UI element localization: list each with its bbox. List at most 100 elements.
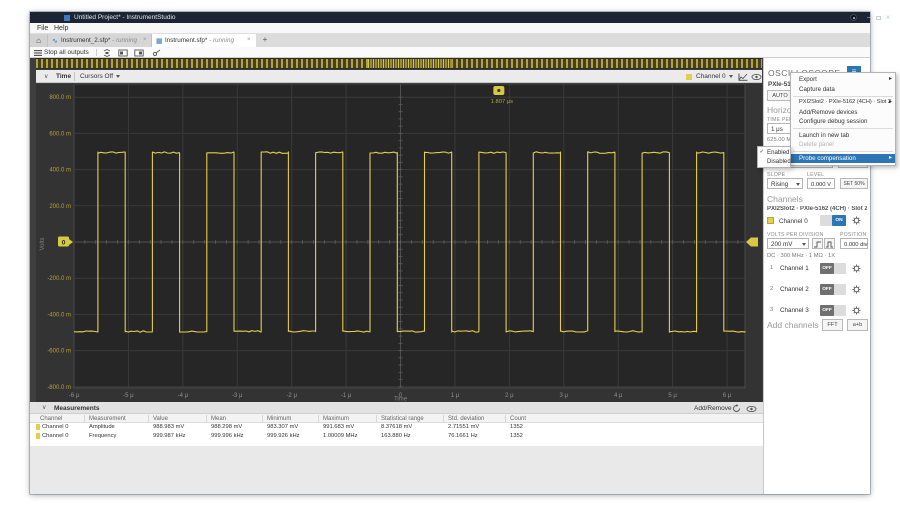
- tab-home[interactable]: ⌂: [30, 34, 48, 47]
- cell-measurement: Frequency: [89, 432, 117, 439]
- check-icon: ✓: [759, 149, 765, 155]
- channels-heading: Channels: [767, 194, 803, 204]
- channel-label: Channel 2: [780, 285, 809, 293]
- x-tick-label: -5 μ: [123, 393, 134, 399]
- slope-dropdown[interactable]: Rising: [767, 178, 803, 189]
- add-fft-button[interactable]: FFT: [822, 319, 843, 331]
- column-header-count[interactable]: Count: [510, 416, 526, 422]
- channel-label: Channel 3: [780, 306, 809, 314]
- x-tick-label: -2 μ: [286, 393, 297, 399]
- trigger-level-marker[interactable]: [746, 237, 758, 247]
- tab-instrument-2[interactable]: ∿ Instrument_2.sfp* - running ×: [48, 34, 152, 47]
- eye-icon[interactable]: [746, 405, 757, 413]
- rearrange-icon[interactable]: [102, 48, 112, 57]
- column-header-value[interactable]: Value: [153, 416, 168, 422]
- graph-settings-icon[interactable]: [738, 73, 748, 81]
- page: Untitled Project* - InstrumentStudio – ×…: [0, 0, 900, 506]
- stop-all-outputs-button[interactable]: Stop all outputs: [44, 49, 89, 56]
- submenu-item-disabled[interactable]: Disabled: [758, 157, 791, 166]
- cell-std-deviation: 76.1661 Hz: [448, 432, 478, 439]
- cell-count: 1352: [510, 424, 523, 430]
- x-tick-label: 3 μ: [560, 393, 569, 399]
- menu-item-capture-data[interactable]: Capture data: [791, 85, 895, 95]
- channel0-gear-icon[interactable]: [852, 216, 861, 225]
- x-tick-label: 1 μ: [451, 393, 460, 399]
- add-remove-measurements-button[interactable]: Add/Remove: [694, 405, 732, 412]
- cell-mean: 999.996 kHz: [211, 432, 244, 439]
- cell-channel: Channel 0: [42, 424, 69, 430]
- channel-number: 3: [770, 307, 774, 313]
- eye-icon[interactable]: [751, 73, 762, 81]
- menu-item-probe-compensation[interactable]: Probe compensation ▸: [791, 153, 895, 163]
- close-tab-icon[interactable]: ×: [247, 37, 251, 43]
- measurements-header: ∨ Measurements Add/Remove: [30, 402, 763, 414]
- probe-compensation-submenu: ✓ Enabled Disabled: [757, 146, 791, 168]
- tab-instrument-active[interactable]: ▦ Instrument.sfp* - running ×: [152, 34, 256, 47]
- ground-reference-marker[interactable]: 0: [58, 236, 73, 247]
- table-row[interactable]: Channel 0 Frequency 999.987 kHz 999.996 kHz…: [30, 431, 763, 440]
- waveform-graph[interactable]: -6 μ -5 μ -4 μ -3 μ -2 μ -1 μ 0 1 μ 2 μ 3 μ 4 μ 5 μ…: [36, 83, 762, 403]
- feedback-icon[interactable]: [850, 14, 857, 21]
- instrument-card-icon[interactable]: [118, 49, 128, 57]
- coupling-edge-button[interactable]: [812, 238, 823, 249]
- level-input[interactable]: 0.000 V: [807, 178, 835, 189]
- cell-std-deviation: 2.71551 mV: [448, 424, 480, 430]
- menu-item-export[interactable]: Export ▸: [791, 75, 895, 85]
- cell-mean: 988.298 mV: [211, 424, 243, 430]
- channel-toggle[interactable]: OFF: [820, 284, 846, 295]
- cell-value: 999.987 kHz: [153, 432, 186, 439]
- row-channel-color: [36, 424, 40, 431]
- cell-statistical-range: 8.37618 mV: [381, 424, 413, 430]
- volts-per-division-dropdown[interactable]: 200 mV: [767, 238, 809, 249]
- column-header-maximum[interactable]: Maximum: [323, 416, 349, 422]
- set-50-button[interactable]: SET 50%: [840, 178, 868, 189]
- column-header-measurement[interactable]: Measurement: [89, 416, 126, 422]
- channel-gear-icon[interactable]: [852, 264, 861, 273]
- submenu-item-enabled[interactable]: ✓ Enabled: [758, 148, 790, 157]
- collapse-graph-icon[interactable]: ∨: [44, 73, 48, 80]
- app-icon: [64, 14, 70, 21]
- table-row[interactable]: Channel 0 Amplitude 988.983 mV 988.298 mV 98…: [30, 423, 763, 432]
- coupling-pulse-button[interactable]: [824, 238, 835, 249]
- record-minimap[interactable]: [36, 58, 762, 69]
- column-header-mean[interactable]: Mean: [211, 416, 226, 422]
- menu-item-add-remove-devices[interactable]: Add/Remove devices: [791, 108, 895, 118]
- instrument-rack-icon[interactable]: [134, 49, 144, 57]
- column-header-minimum[interactable]: Minimum: [267, 416, 291, 422]
- channel-gear-icon[interactable]: [852, 285, 861, 294]
- channel-dropdown[interactable]: Channel 0: [696, 73, 733, 80]
- y-tick-label: 200.0 m: [49, 204, 71, 210]
- close-tab-icon[interactable]: ×: [143, 37, 147, 43]
- position-input[interactable]: 0.000 div: [840, 238, 868, 249]
- cursors-dropdown[interactable]: Cursors Off: [80, 73, 121, 80]
- channel-color-swatch: [686, 73, 692, 80]
- cell-minimum: 983.307 mV: [267, 424, 299, 430]
- column-header-std-deviation[interactable]: Std. deviation: [448, 416, 484, 422]
- menu-item-launch-in-new-tab[interactable]: Launch in new tab: [791, 131, 895, 141]
- scope-plot[interactable]: -6 μ -5 μ -4 μ -3 μ -2 μ -1 μ 0 1 μ 2 μ 3 μ 4 μ 5 μ…: [36, 83, 762, 403]
- svg-text:0: 0: [62, 240, 66, 247]
- panel-list-icon[interactable]: [33, 49, 43, 57]
- reset-statistics-icon[interactable]: [732, 404, 741, 413]
- column-header-statistical-range[interactable]: Statistical range: [381, 416, 424, 422]
- menu-help[interactable]: Help: [54, 25, 68, 32]
- new-tab-button[interactable]: +: [260, 35, 270, 44]
- tab-bar: ⌂ ∿ Instrument_2.sfp* - running × ▦ Inst…: [30, 34, 870, 47]
- channel-number: 1: [770, 265, 774, 271]
- add-math-button[interactable]: a+b: [847, 319, 868, 331]
- column-header-channel[interactable]: Channel: [40, 416, 62, 422]
- collapse-measurements-icon[interactable]: ∨: [42, 404, 46, 411]
- menu-item-configure-debug-session[interactable]: Configure debug session: [791, 117, 895, 127]
- y-axis-title: Volts: [40, 237, 46, 250]
- probe-icon[interactable]: [152, 49, 162, 57]
- window-title: Untitled Project* - InstrumentStudio: [74, 14, 176, 21]
- menu-file[interactable]: File: [37, 25, 48, 32]
- cell-channel: Channel 0: [42, 432, 69, 439]
- channel-gear-icon[interactable]: [852, 306, 861, 315]
- channel-toggle[interactable]: OFF: [820, 305, 846, 316]
- channel0-toggle[interactable]: ON: [820, 215, 846, 226]
- y-tick-label: -200.0 m: [47, 276, 71, 282]
- menu-item-pxi2slot2-pxie-5162-4ch-slot-2[interactable]: PXI2Slot2 · PXIe-5162 (4CH) · Slot 2 ▸: [791, 98, 895, 108]
- channel-toggle[interactable]: OFF: [820, 263, 846, 274]
- close-button[interactable]: ×: [882, 12, 894, 23]
